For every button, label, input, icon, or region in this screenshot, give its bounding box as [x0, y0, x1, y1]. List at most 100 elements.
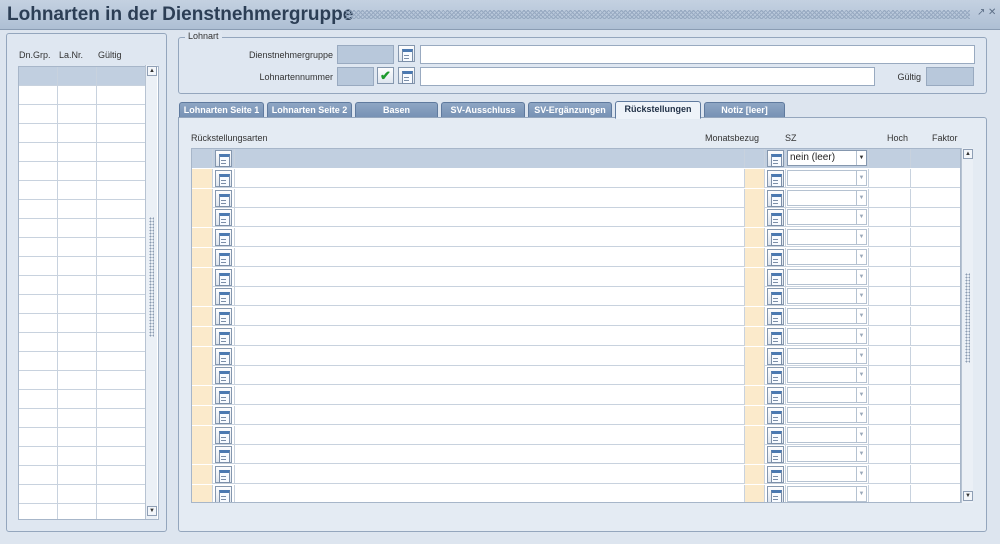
rueckstellungsart-cell[interactable]	[235, 445, 745, 465]
faktor-cell[interactable]	[911, 149, 960, 168]
monatsbezug-cell[interactable]	[745, 465, 765, 484]
rueckstellungsart-cell[interactable]	[235, 168, 745, 188]
rueckstellungsart-cell[interactable]	[235, 188, 745, 208]
rueckstellungsart-cell[interactable]	[235, 287, 745, 307]
monatsbezug-cell[interactable]	[745, 149, 765, 168]
hoch-cell[interactable]	[869, 267, 911, 287]
list-item[interactable]	[19, 143, 147, 162]
list-item[interactable]	[19, 504, 147, 519]
faktor-cell[interactable]	[911, 465, 960, 484]
monatsbezug-cell[interactable]	[745, 287, 765, 307]
list-item[interactable]	[19, 333, 147, 352]
chevron-down-icon[interactable]: ▼	[856, 407, 866, 422]
table-row[interactable]: nein (leer) ▼	[192, 149, 960, 168]
hoch-cell[interactable]	[869, 188, 911, 208]
table-row[interactable]: ▼	[192, 405, 960, 425]
sz-dropdown[interactable]: ▼	[787, 169, 867, 186]
lohnartennummer-input[interactable]	[337, 67, 374, 86]
list-item[interactable]	[19, 276, 147, 295]
faktor-cell[interactable]	[911, 327, 960, 346]
rueckstellungsart-lookup-icon[interactable]	[215, 308, 232, 325]
monatsbezug-cell[interactable]	[745, 405, 765, 425]
sz-dropdown[interactable]: ▼	[787, 485, 867, 502]
rueckstellungsart-lookup-icon[interactable]	[215, 367, 232, 385]
table-row[interactable]: ▼	[192, 188, 960, 208]
sz-dropdown[interactable]: ▼	[787, 268, 867, 285]
lohnartennummer-lookup-icon[interactable]	[398, 67, 415, 84]
dienstnehmergruppe-lookup-icon[interactable]	[398, 45, 415, 62]
scroll-up-icon[interactable]: ▲	[147, 66, 157, 76]
monatsbezug-lookup-icon[interactable]	[767, 169, 784, 187]
list-item[interactable]	[19, 67, 147, 86]
monatsbezug-cell[interactable]	[745, 267, 765, 287]
monatsbezug-lookup-icon[interactable]	[767, 189, 784, 207]
table-row[interactable]: ▼	[192, 247, 960, 267]
monatsbezug-lookup-icon[interactable]	[767, 406, 784, 424]
rueckstellungsart-cell[interactable]	[235, 425, 745, 445]
faktor-cell[interactable]	[911, 248, 960, 267]
hoch-cell[interactable]	[869, 208, 911, 228]
rueckstellungsart-cell[interactable]	[235, 386, 745, 405]
hoch-cell[interactable]	[869, 425, 911, 445]
rueckstellungsart-lookup-icon[interactable]	[215, 268, 232, 286]
chevron-down-icon[interactable]: ▼	[856, 170, 866, 185]
checkmark-icon[interactable]: ✔	[377, 67, 394, 84]
rueckstellungsart-cell[interactable]	[235, 326, 745, 346]
table-row[interactable]: ▼	[192, 366, 960, 386]
sz-dropdown[interactable]: ▼	[787, 466, 867, 482]
grid-scroll-up-icon[interactable]: ▲	[963, 149, 973, 159]
monatsbezug-lookup-icon[interactable]	[767, 268, 784, 286]
gueltig-input[interactable]	[926, 67, 974, 86]
rueckstellungsart-cell[interactable]	[235, 465, 745, 484]
list-item[interactable]	[19, 181, 147, 200]
monatsbezug-lookup-icon[interactable]	[767, 150, 784, 167]
list-item[interactable]	[19, 314, 147, 333]
hoch-cell[interactable]	[869, 445, 911, 465]
sz-dropdown[interactable]: nein (leer) ▼	[787, 150, 867, 166]
table-row[interactable]: ▼	[192, 228, 960, 247]
monatsbezug-cell[interactable]	[745, 247, 765, 267]
list-item[interactable]	[19, 466, 147, 485]
faktor-cell[interactable]	[911, 347, 960, 366]
sz-dropdown[interactable]: ▼	[787, 387, 867, 403]
chevron-down-icon[interactable]: ▼	[856, 486, 866, 501]
table-row[interactable]: ▼	[192, 386, 960, 405]
table-row[interactable]: ▼	[192, 287, 960, 307]
faktor-cell[interactable]	[911, 406, 960, 425]
sz-dropdown[interactable]: ▼	[787, 327, 867, 344]
rueckstellungsart-cell[interactable]	[235, 307, 745, 326]
rueckstellungsart-lookup-icon[interactable]	[215, 387, 232, 404]
sz-dropdown[interactable]: ▼	[787, 189, 867, 206]
tab-lohnarten-seite-1[interactable]: Lohnarten Seite 1	[179, 102, 264, 118]
monatsbezug-cell[interactable]	[745, 346, 765, 366]
tab-basen[interactable]: Basen	[355, 102, 438, 118]
list-item[interactable]	[19, 447, 147, 466]
monatsbezug-lookup-icon[interactable]	[767, 466, 784, 483]
monatsbezug-cell[interactable]	[745, 425, 765, 445]
sz-dropdown[interactable]: ▼	[787, 229, 867, 245]
sz-dropdown[interactable]: ▼	[787, 308, 867, 324]
list-item[interactable]	[19, 352, 147, 371]
tab-notiz[interactable]: Notiz [leer]	[704, 102, 785, 118]
list-item[interactable]	[19, 295, 147, 314]
rueckstellungsart-cell[interactable]	[235, 247, 745, 267]
rueckstellungsart-lookup-icon[interactable]	[215, 229, 232, 246]
hoch-cell[interactable]	[869, 386, 911, 405]
monatsbezug-lookup-icon[interactable]	[767, 367, 784, 385]
monatsbezug-lookup-icon[interactable]	[767, 347, 784, 365]
dienstnehmergruppe-input[interactable]	[337, 45, 394, 64]
rueckstellungsart-cell[interactable]	[235, 228, 745, 247]
list-item[interactable]	[19, 86, 147, 105]
rueckstellungsart-cell[interactable]	[235, 366, 745, 386]
rueckstellungsart-cell[interactable]	[235, 405, 745, 425]
sz-dropdown[interactable]: ▼	[787, 209, 867, 226]
sz-dropdown[interactable]: ▼	[787, 248, 867, 265]
rueckstellungsart-lookup-icon[interactable]	[215, 150, 232, 167]
hoch-cell[interactable]	[869, 287, 911, 307]
faktor-cell[interactable]	[911, 268, 960, 287]
table-row[interactable]: ▼	[192, 326, 960, 346]
rueckstellungsart-cell[interactable]	[235, 484, 745, 502]
rueckstellungsart-lookup-icon[interactable]	[215, 169, 232, 187]
close-icon[interactable]: ✕	[988, 7, 996, 18]
monatsbezug-cell[interactable]	[745, 366, 765, 386]
